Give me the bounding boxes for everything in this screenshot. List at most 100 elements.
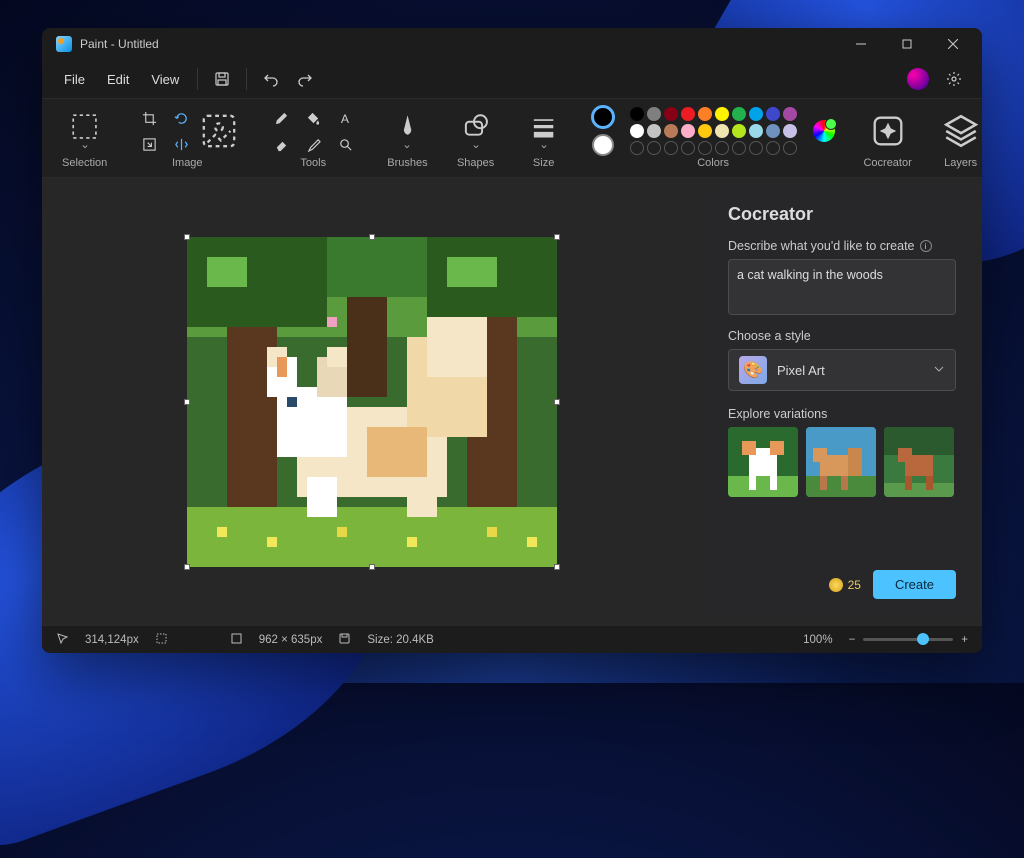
cocreator-panel: Cocreator Describe what you'd like to cr…	[710, 186, 974, 617]
group-tools: A Tools	[257, 103, 369, 173]
custom-color-slot[interactable]	[630, 141, 644, 155]
variation-thumbnail[interactable]	[884, 427, 954, 497]
size-dropdown[interactable]	[524, 112, 564, 150]
pencil-tool[interactable]	[267, 106, 295, 130]
color-swatch[interactable]	[698, 107, 712, 121]
color-swatch[interactable]	[715, 107, 729, 121]
color-swatch[interactable]	[732, 124, 746, 138]
group-shapes: Shapes	[446, 103, 506, 173]
flip-tool[interactable]	[167, 132, 195, 156]
resize-handle[interactable]	[369, 564, 375, 570]
prompt-input[interactable]	[728, 259, 956, 315]
color-swatch[interactable]	[749, 124, 763, 138]
color-swatch[interactable]	[732, 107, 746, 121]
variation-thumbnail[interactable]	[728, 427, 798, 497]
eraser-tool[interactable]	[267, 132, 295, 156]
close-button[interactable]	[930, 28, 976, 60]
resize-handle[interactable]	[184, 564, 190, 570]
canvas[interactable]	[187, 237, 557, 567]
svg-text:A: A	[341, 112, 350, 126]
canvas-area[interactable]	[42, 178, 702, 625]
color-swatch[interactable]	[647, 107, 661, 121]
brushes-dropdown[interactable]	[387, 112, 427, 150]
resize-handle[interactable]	[554, 234, 560, 240]
custom-color-slot[interactable]	[664, 141, 678, 155]
color-swatch[interactable]	[698, 124, 712, 138]
undo-button[interactable]	[255, 63, 287, 95]
selection-tool[interactable]	[65, 112, 105, 150]
color2-swatch[interactable]	[592, 134, 614, 156]
color-swatch[interactable]	[715, 124, 729, 138]
chevron-down-icon	[933, 363, 945, 378]
color-swatch[interactable]	[630, 107, 644, 121]
custom-color-slot[interactable]	[698, 141, 712, 155]
zoom-slider[interactable]	[863, 638, 953, 641]
remove-bg-tool[interactable]	[199, 112, 239, 150]
custom-color-slot[interactable]	[647, 141, 661, 155]
crop-tool[interactable]	[135, 106, 163, 130]
color-swatch[interactable]	[630, 124, 644, 138]
menu-edit[interactable]: Edit	[97, 67, 139, 92]
custom-color-slot[interactable]	[766, 141, 780, 155]
zoom-out-button[interactable]: −	[849, 634, 856, 646]
custom-color-slot[interactable]	[732, 141, 746, 155]
fill-tool[interactable]	[299, 106, 327, 130]
color-swatch[interactable]	[783, 124, 797, 138]
magnifier-tool[interactable]	[331, 132, 359, 156]
zoom-in-button[interactable]: +	[961, 634, 968, 646]
coin-icon	[829, 578, 843, 592]
color-swatch[interactable]	[664, 107, 678, 121]
custom-color-slot[interactable]	[681, 141, 695, 155]
group-selection: Selection	[52, 103, 117, 173]
group-size: Size	[514, 103, 574, 173]
style-dropdown[interactable]: 🎨 Pixel Art	[728, 349, 956, 391]
selection-icon	[155, 632, 168, 648]
variation-thumbnail[interactable]	[806, 427, 876, 497]
paint-window: Paint - Untitled File Edit View Selectio…	[42, 28, 982, 653]
color-swatch[interactable]	[783, 107, 797, 121]
resize-handle[interactable]	[554, 399, 560, 405]
color-swatch[interactable]	[749, 107, 763, 121]
color-swatch[interactable]	[766, 107, 780, 121]
save-button[interactable]	[206, 63, 238, 95]
resize-handle[interactable]	[369, 234, 375, 240]
style-value: Pixel Art	[777, 363, 825, 378]
group-cocreator: Cocreator	[853, 103, 923, 173]
color-swatch[interactable]	[664, 124, 678, 138]
info-icon[interactable]: i	[920, 240, 932, 252]
rotate-tool[interactable]	[167, 106, 195, 130]
custom-color-slot[interactable]	[715, 141, 729, 155]
resize-handle[interactable]	[184, 399, 190, 405]
shapes-dropdown[interactable]	[456, 112, 496, 150]
color-swatch[interactable]	[681, 124, 695, 138]
status-dimensions: 962 × 635px	[259, 634, 323, 646]
resize-handle[interactable]	[184, 234, 190, 240]
resize-tool[interactable]	[135, 132, 163, 156]
settings-button[interactable]	[938, 63, 970, 95]
variations-label: Explore variations	[728, 407, 956, 421]
color-swatch[interactable]	[766, 124, 780, 138]
resize-handle[interactable]	[554, 564, 560, 570]
color1-swatch[interactable]	[592, 106, 614, 128]
status-position: 314,124px	[85, 634, 139, 646]
layers-button[interactable]	[941, 112, 981, 150]
redo-button[interactable]	[289, 63, 321, 95]
color-picker-button[interactable]	[813, 120, 835, 142]
user-avatar[interactable]	[902, 63, 934, 95]
window-title: Paint - Untitled	[80, 37, 159, 51]
style-label: Choose a style	[728, 329, 956, 343]
menu-file[interactable]: File	[54, 67, 95, 92]
cocreator-button[interactable]	[863, 112, 913, 150]
text-tool[interactable]: A	[331, 106, 359, 130]
create-button[interactable]: Create	[873, 570, 956, 599]
maximize-button[interactable]	[884, 28, 930, 60]
menu-view[interactable]: View	[141, 67, 189, 92]
custom-color-slot[interactable]	[783, 141, 797, 155]
minimize-button[interactable]	[838, 28, 884, 60]
variations-row	[728, 427, 956, 497]
custom-color-slot[interactable]	[749, 141, 763, 155]
color-swatch[interactable]	[647, 124, 661, 138]
picker-tool[interactable]	[299, 132, 327, 156]
color-swatch[interactable]	[681, 107, 695, 121]
filesize-icon	[338, 632, 351, 648]
